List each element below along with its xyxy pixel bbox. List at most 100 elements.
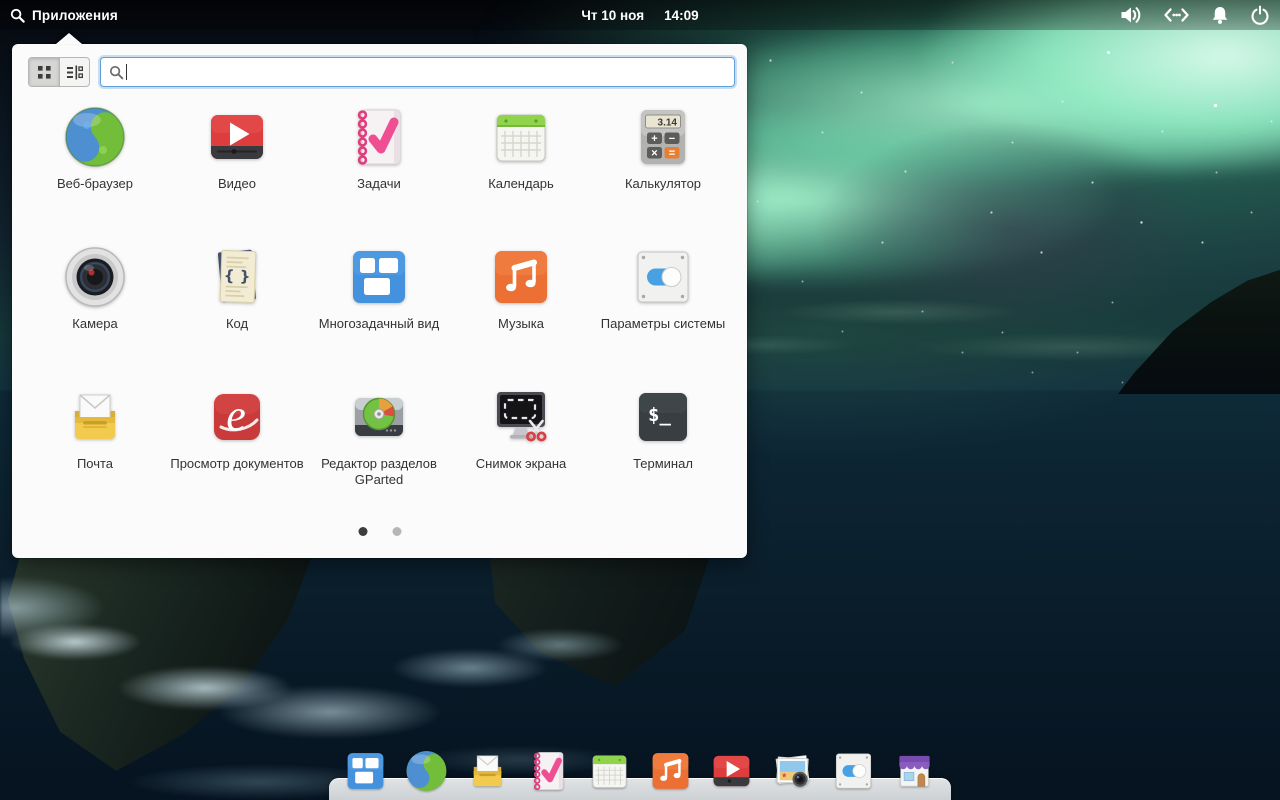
- app-label: Календарь: [488, 176, 554, 192]
- top-panel: Приложения Чт 10 ноя 14:09: [0, 0, 1280, 30]
- svg-text:−: −: [669, 133, 675, 145]
- system-settings-icon: [832, 749, 876, 793]
- app-label: Редактор разделов GParted: [311, 456, 447, 489]
- app-label: Музыка: [498, 316, 544, 332]
- list-view-button[interactable]: [59, 58, 89, 86]
- videos-icon: [710, 749, 754, 793]
- svg-text:+: +: [651, 133, 657, 145]
- multitasking-view-icon: [344, 749, 388, 793]
- app-label: Калькулятор: [625, 176, 701, 192]
- app-videos[interactable]: Видео: [166, 105, 308, 245]
- videos-icon: [205, 105, 269, 169]
- svg-text:e: e: [226, 391, 246, 440]
- app-gparted[interactable]: Редактор разделов GParted: [308, 385, 450, 525]
- svg-text:{ }: { }: [223, 267, 250, 286]
- search-icon: [109, 65, 124, 80]
- app-camera[interactable]: Камера: [24, 245, 166, 385]
- grid-view-icon: [37, 65, 52, 80]
- app-label: Терминал: [633, 456, 693, 472]
- dock-calendar[interactable]: [588, 749, 632, 793]
- search-icon: [10, 8, 25, 23]
- document-viewer-icon: e: [205, 385, 269, 449]
- volume-icon: [1119, 4, 1143, 26]
- pager-dot-2[interactable]: [392, 527, 401, 536]
- dock-appcenter[interactable]: [893, 749, 937, 793]
- app-tasks[interactable]: Задачи: [308, 105, 450, 245]
- app-label: Задачи: [357, 176, 401, 192]
- web-browser-icon: [405, 749, 449, 793]
- applications-menu-button[interactable]: Приложения: [10, 0, 118, 30]
- gparted-icon: [347, 385, 411, 449]
- search-input[interactable]: [133, 58, 734, 86]
- svg-text:3.14: 3.14: [658, 118, 678, 129]
- dock-photos[interactable]: [771, 749, 815, 793]
- appcenter-icon: [893, 749, 937, 793]
- app-label: Почта: [77, 456, 113, 472]
- code-icon: { }: [205, 245, 269, 309]
- dock: [329, 778, 951, 800]
- network-indicator[interactable]: [1163, 4, 1190, 26]
- panel-date: Чт 10 ноя: [581, 8, 644, 23]
- app-label: Просмотр документов: [170, 456, 303, 472]
- app-label: Многозадачный вид: [319, 316, 439, 332]
- app-label: Веб-браузер: [57, 176, 133, 192]
- app-calculator[interactable]: 3.14 + − × = Калькулятор: [592, 105, 734, 245]
- music-icon: [649, 749, 693, 793]
- app-label: Код: [226, 316, 248, 332]
- app-screenshot[interactable]: Снимок экрана: [450, 385, 592, 525]
- mail-icon: [63, 385, 127, 449]
- app-label: Камера: [72, 316, 117, 332]
- app-mail[interactable]: Почта: [24, 385, 166, 525]
- app-music[interactable]: Музыка: [450, 245, 592, 385]
- svg-text:$_: $_: [648, 404, 671, 426]
- popup-arrow: [56, 33, 82, 44]
- volume-indicator[interactable]: [1119, 4, 1143, 26]
- app-terminal[interactable]: $_ Терминал: [592, 385, 734, 525]
- app-label: Видео: [218, 176, 256, 192]
- dock-mail[interactable]: [466, 749, 510, 793]
- tasks-icon: [527, 749, 571, 793]
- launcher-toolbar: [28, 57, 735, 87]
- launcher-pager: [358, 527, 401, 536]
- app-launcher: Веб-браузер Видео: [12, 44, 747, 558]
- apps-grid: Веб-браузер Видео: [24, 105, 734, 525]
- tasks-icon: [347, 105, 411, 169]
- panel-time: 14:09: [664, 8, 699, 23]
- power-icon: [1250, 4, 1270, 26]
- dock-videos[interactable]: [710, 749, 754, 793]
- mail-icon: [466, 749, 510, 793]
- panel-indicators: [1119, 0, 1270, 30]
- text-cursor: [126, 64, 127, 80]
- system-settings-icon: [631, 245, 695, 309]
- dock-web-browser[interactable]: [405, 749, 449, 793]
- dock-tasks[interactable]: [527, 749, 571, 793]
- app-code[interactable]: { } Код: [166, 245, 308, 385]
- app-multitasking-view[interactable]: Многозадачный вид: [308, 245, 450, 385]
- photos-icon: [771, 749, 815, 793]
- network-icon: [1163, 4, 1190, 26]
- calendar-icon: [588, 749, 632, 793]
- view-toggle: [28, 57, 90, 87]
- app-document-viewer[interactable]: e Просмотр документов: [166, 385, 308, 525]
- datetime-button[interactable]: Чт 10 ноя 14:09: [581, 0, 698, 30]
- multitasking-view-icon: [347, 245, 411, 309]
- search-field[interactable]: [100, 57, 735, 87]
- dock-multitasking-view[interactable]: [344, 749, 388, 793]
- dock-system-settings[interactable]: [832, 749, 876, 793]
- app-system-settings[interactable]: Параметры системы: [592, 245, 734, 385]
- app-calendar[interactable]: Календарь: [450, 105, 592, 245]
- camera-icon: [63, 245, 127, 309]
- grid-view-button[interactable]: [29, 58, 59, 86]
- app-label: Параметры системы: [601, 316, 726, 332]
- web-browser-icon: [63, 105, 127, 169]
- dock-music[interactable]: [649, 749, 693, 793]
- screenshot-icon: [489, 385, 553, 449]
- app-web-browser[interactable]: Веб-браузер: [24, 105, 166, 245]
- notifications-indicator[interactable]: [1210, 4, 1230, 26]
- svg-text:=: =: [669, 148, 675, 160]
- power-indicator[interactable]: [1250, 4, 1270, 26]
- music-icon: [489, 245, 553, 309]
- pager-dot-1[interactable]: [358, 527, 367, 536]
- app-label: Снимок экрана: [476, 456, 567, 472]
- calendar-icon: [489, 105, 553, 169]
